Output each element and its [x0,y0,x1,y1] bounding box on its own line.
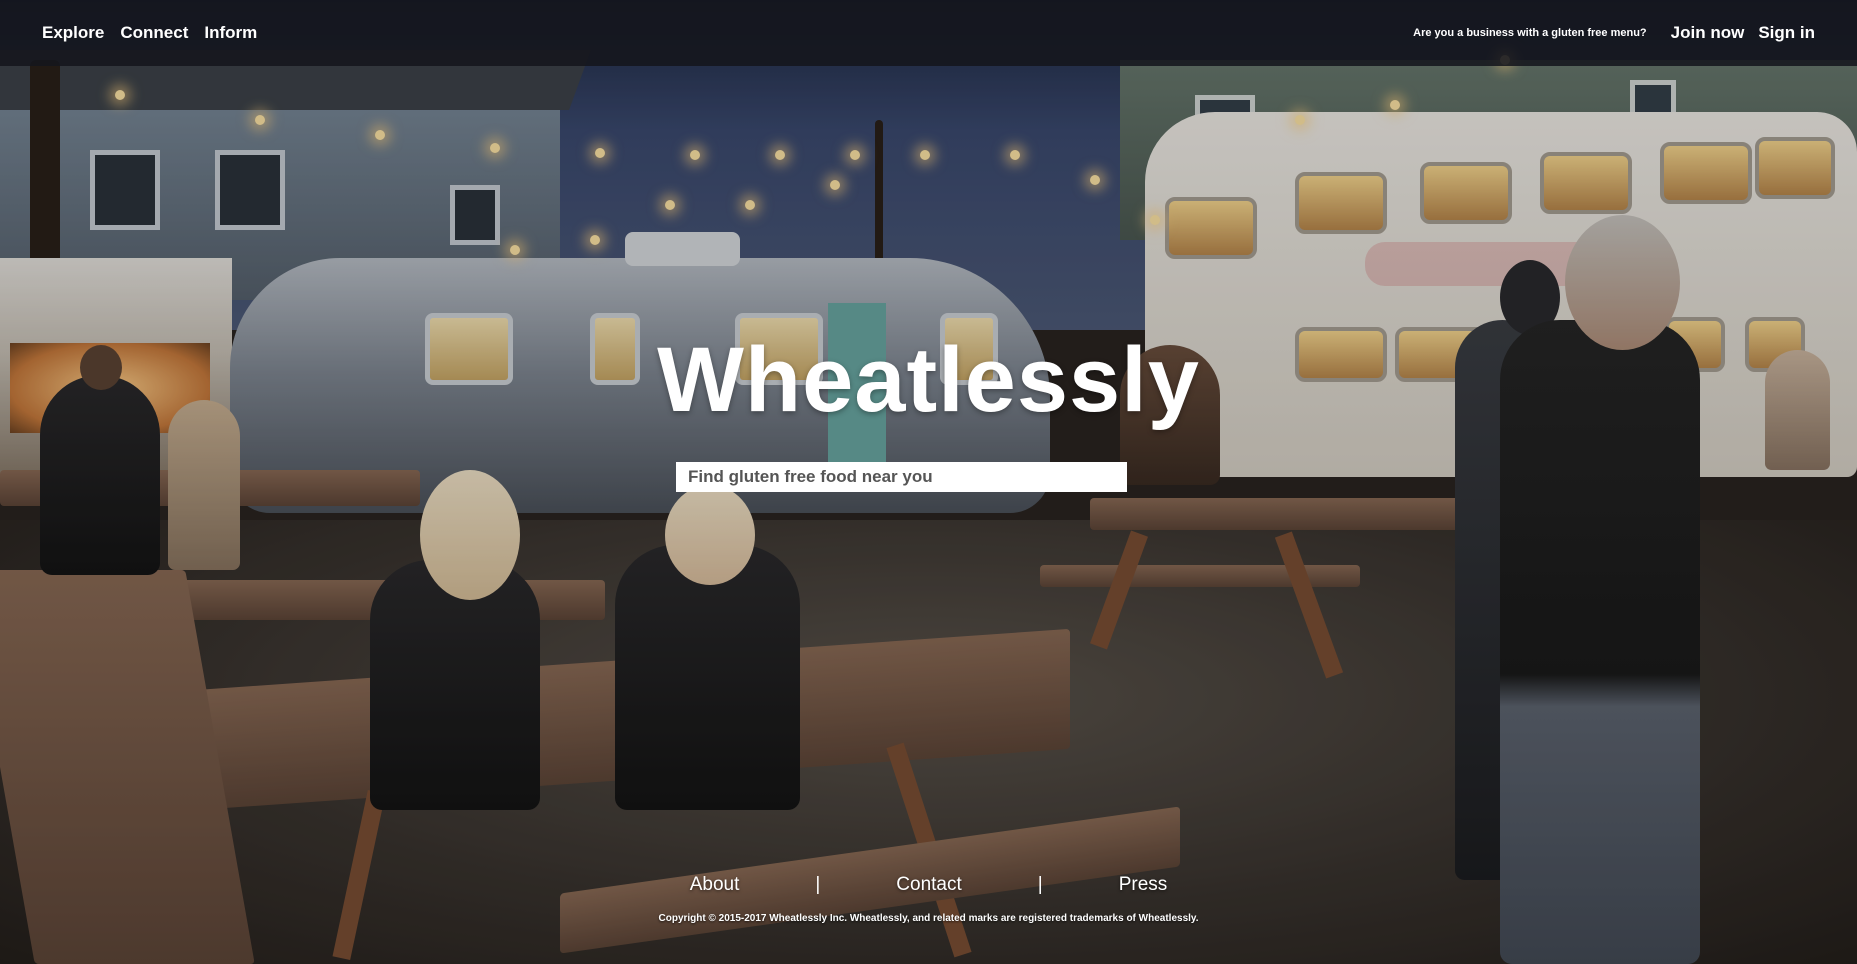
account-nav: Are you a business with a gluten free me… [1413,23,1815,43]
site-title: Wheatlessly [657,329,1200,431]
footer-contact-link[interactable]: Contact [896,874,961,896]
search-input[interactable] [676,462,1127,492]
nav-connect-link[interactable]: Connect [120,23,188,43]
primary-nav: Explore Connect Inform [42,23,273,43]
footer-about-link[interactable]: About [690,874,740,896]
top-navbar: Explore Connect Inform Are you a busines… [0,0,1857,66]
footer-links: About | Contact | Press [0,874,1857,896]
sign-in-link[interactable]: Sign in [1758,23,1815,43]
footer-separator: | [1037,874,1043,895]
join-now-link[interactable]: Join now [1671,23,1745,43]
footer-press-link[interactable]: Press [1119,874,1168,896]
copyright-text: Copyright © 2015-2017 Wheatlessly Inc. W… [658,913,1199,924]
business-question-text: Are you a business with a gluten free me… [1413,27,1647,39]
nav-explore-link[interactable]: Explore [42,23,104,43]
nav-inform-link[interactable]: Inform [204,23,257,43]
footer-separator: | [815,874,821,895]
